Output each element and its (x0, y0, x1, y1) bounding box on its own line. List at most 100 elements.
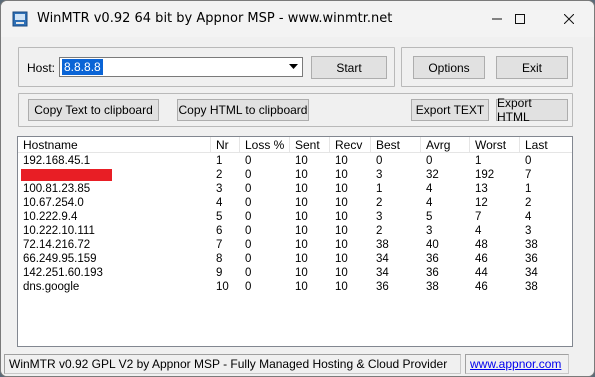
host-input[interactable]: 8.8.8.8 (62, 59, 103, 75)
col-worst[interactable]: Worst (470, 137, 520, 153)
cell-last: 0 (525, 155, 532, 167)
close-icon (564, 14, 574, 24)
cell-recv: 10 (335, 183, 348, 195)
table-row[interactable]: 72.14.216.72 7 0 10 10 38 40 48 38 (18, 238, 572, 252)
host-combobox[interactable]: 8.8.8.8 (59, 57, 303, 77)
cell-host: 72.14.216.72 (23, 239, 91, 251)
status-bar: WinMTR v0.92 GPL V2 by Appnor MSP - Full… (1, 352, 594, 376)
cell-loss: 0 (245, 155, 252, 167)
cell-avrg: 36 (426, 253, 439, 265)
cell-worst: 12 (475, 197, 488, 209)
cell-best: 34 (376, 267, 389, 279)
cell-host: 10.222.9.4 (23, 211, 78, 223)
cell-best: 3 (376, 211, 383, 223)
cell-avrg: 4 (426, 183, 433, 195)
appnor-link[interactable]: www.appnor.com (465, 354, 569, 374)
col-loss[interactable]: Loss % (240, 137, 290, 153)
cell-recv: 10 (335, 267, 348, 279)
cell-sent: 10 (295, 267, 308, 279)
cell-last: 7 (525, 169, 532, 181)
cell-loss: 0 (245, 239, 252, 251)
cell-last: 38 (525, 239, 538, 251)
cell-worst: 46 (475, 253, 488, 265)
col-hostname[interactable]: Hostname (18, 137, 211, 153)
cell-recv: 10 (335, 281, 348, 293)
table-row[interactable]: dns.google 10 0 10 10 36 38 46 38 (18, 280, 572, 294)
winmtr-window: WinMTR v0.92 64 bit by Appnor MSP - www.… (0, 0, 595, 377)
cell-host: 10.222.10.111 (23, 225, 95, 237)
cell-nr: 1 (216, 155, 223, 167)
maximize-button[interactable] (497, 1, 543, 37)
cell-loss: 0 (245, 211, 252, 223)
cell-nr: 4 (216, 197, 223, 209)
export-html-button[interactable]: Export HTML (496, 96, 568, 124)
cell-sent: 10 (295, 281, 308, 293)
cell-best: 2 (376, 197, 383, 209)
status-text: WinMTR v0.92 GPL V2 by Appnor MSP - Full… (4, 354, 461, 374)
cell-last: 36 (525, 253, 538, 265)
cell-avrg: 4 (426, 197, 433, 209)
col-sent[interactable]: Sent (290, 137, 330, 153)
cell-worst: 48 (475, 239, 488, 251)
table-row[interactable]: 10.222.9.4 5 0 10 10 3 5 7 4 (18, 210, 572, 224)
cell-best: 2 (376, 225, 383, 237)
title-bar[interactable]: WinMTR v0.92 64 bit by Appnor MSP - www.… (1, 1, 594, 37)
cell-nr: 9 (216, 267, 223, 279)
cell-sent: 10 (295, 253, 308, 265)
cell-recv: 10 (335, 211, 348, 223)
table-row[interactable]: 66.249.95.159 8 0 10 10 34 36 46 36 (18, 252, 572, 266)
col-last[interactable]: Last (520, 137, 572, 153)
cell-avrg: 0 (426, 155, 433, 167)
close-button[interactable] (546, 1, 592, 37)
chevron-down-icon (288, 64, 298, 69)
cell-sent: 10 (295, 155, 308, 167)
cell-loss: 0 (245, 267, 252, 279)
start-button[interactable]: Start (311, 56, 387, 79)
cell-host: 142.251.60.193 (23, 267, 103, 279)
cell-host: dns.google (23, 281, 80, 293)
cell-sent: 10 (295, 225, 308, 237)
table-row[interactable]: 142.251.60.193 9 0 10 10 34 36 44 34 (18, 266, 572, 280)
col-recv[interactable]: Recv (330, 137, 371, 153)
cell-worst: 46 (475, 281, 488, 293)
table-row[interactable]: 192.168.45.1 1 0 10 10 0 0 1 0 (18, 154, 572, 168)
table-row[interactable]: 10.222.10.111 6 0 10 10 2 3 4 3 (18, 224, 572, 238)
table-row[interactable]: 10.67.254.0 4 0 10 10 2 4 12 2 (18, 196, 572, 210)
table-row[interactable]: 2 0 10 10 3 32 192 7 (18, 168, 572, 182)
cell-loss: 0 (245, 183, 252, 195)
export-text-button[interactable]: Export TEXT (411, 99, 489, 121)
cell-nr: 7 (216, 239, 223, 251)
cell-best: 34 (376, 253, 389, 265)
table-header: Hostname Nr Loss % Sent Recv Best Avrg W… (18, 137, 572, 153)
copy-html-button[interactable]: Copy HTML to clipboard (177, 99, 309, 121)
col-nr[interactable]: Nr (211, 137, 240, 153)
options-button[interactable]: Options (413, 56, 485, 79)
cell-nr: 3 (216, 183, 223, 195)
results-table[interactable]: Hostname Nr Loss % Sent Recv Best Avrg W… (17, 136, 573, 347)
cell-worst: 192 (475, 169, 495, 181)
cell-worst: 13 (475, 183, 488, 195)
col-best[interactable]: Best (371, 137, 421, 153)
col-avrg[interactable]: Avrg (421, 137, 470, 153)
cell-nr: 10 (216, 281, 229, 293)
cell-host: 66.249.95.159 (23, 253, 97, 265)
cell-last: 2 (525, 197, 532, 209)
table-row[interactable]: 100.81.23.85 3 0 10 10 1 4 13 1 (18, 182, 572, 196)
cell-best: 38 (376, 239, 389, 251)
cell-recv: 10 (335, 239, 348, 251)
cell-worst: 1 (475, 155, 482, 167)
cell-sent: 10 (295, 183, 308, 195)
redaction-block (21, 169, 112, 181)
cell-avrg: 40 (426, 239, 439, 251)
cell-recv: 10 (335, 225, 348, 237)
cell-sent: 10 (295, 169, 308, 181)
cell-avrg: 3 (426, 225, 433, 237)
app-icon (12, 11, 28, 27)
exit-button[interactable]: Exit (496, 56, 568, 79)
cell-best: 36 (376, 281, 389, 293)
cell-nr: 8 (216, 253, 223, 265)
window-title: WinMTR v0.92 64 bit by Appnor MSP - www.… (37, 11, 393, 26)
dropdown-button[interactable] (285, 59, 301, 75)
copy-text-button[interactable]: Copy Text to clipboard (28, 99, 159, 121)
cell-nr: 2 (216, 169, 223, 181)
